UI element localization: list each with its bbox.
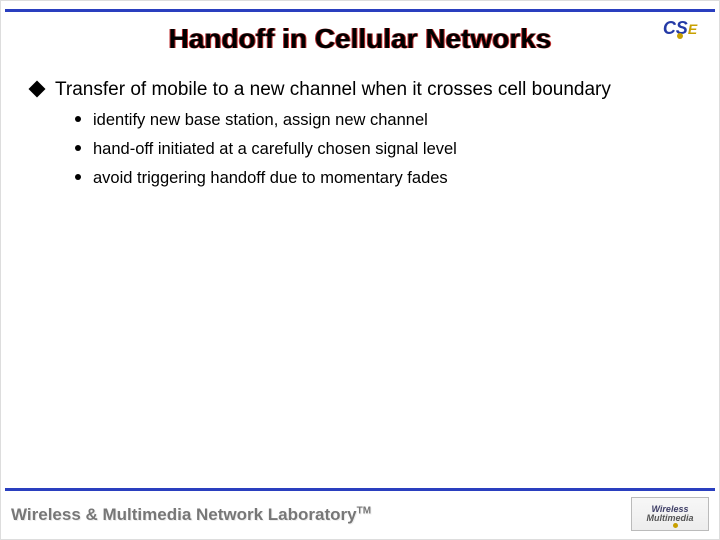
top-divider (5, 9, 715, 12)
trademark-symbol: TM (357, 505, 371, 516)
list-item: hand-off initiated at a carefully chosen… (75, 138, 689, 161)
slide: CSE Handoff in Cellular Networks Transfe… (0, 0, 720, 540)
sub-bullet-text: avoid triggering handoff due to momentar… (93, 167, 448, 190)
list-item: Transfer of mobile to a new channel when… (31, 77, 689, 103)
dot-bullet-icon (75, 116, 81, 122)
main-bullet-text: Transfer of mobile to a new channel when… (55, 77, 611, 103)
dot-bullet-icon (75, 174, 81, 180)
wireless-multimedia-logo: Wireless Multimedia (631, 497, 709, 531)
diamond-bullet-icon (29, 81, 46, 98)
footer-lab-text: Wireless & Multimedia Network Laboratory (11, 505, 357, 524)
sub-bullet-text: hand-off initiated at a carefully chosen… (93, 138, 457, 161)
sub-list: identify new base station, assign new ch… (75, 109, 689, 190)
bottom-divider (5, 488, 715, 491)
dot-icon (673, 523, 678, 528)
list-item: identify new base station, assign new ch… (75, 109, 689, 132)
list-item: avoid triggering handoff due to momentar… (75, 167, 689, 190)
slide-title: Handoff in Cellular Networks (1, 23, 719, 55)
footer-logo-line2: Multimedia (646, 514, 693, 523)
dot-bullet-icon (75, 145, 81, 151)
content-area: Transfer of mobile to a new channel when… (31, 77, 689, 196)
sub-bullet-text: identify new base station, assign new ch… (93, 109, 428, 132)
footer-lab-name: Wireless & Multimedia Network Laboratory… (11, 505, 371, 525)
